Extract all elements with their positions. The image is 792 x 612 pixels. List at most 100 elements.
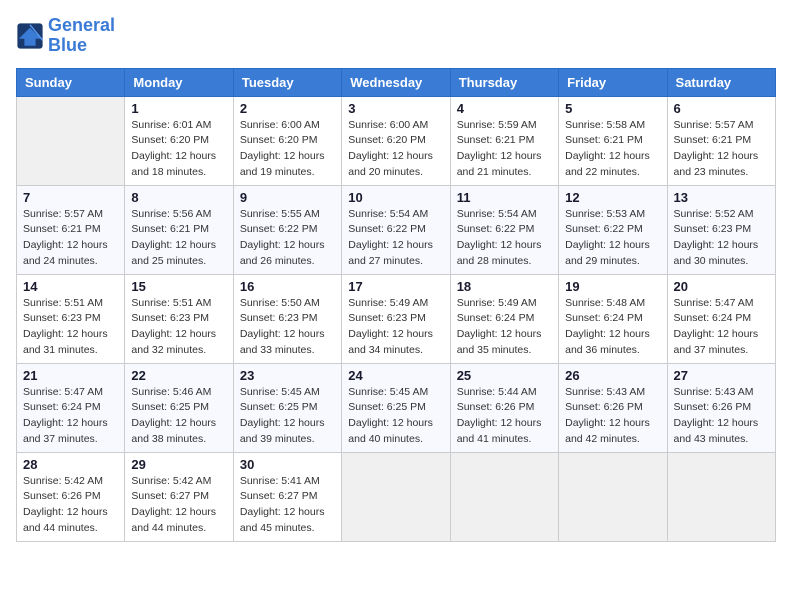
day-number: 13 bbox=[674, 190, 769, 205]
day-info: Sunrise: 5:58 AM Sunset: 6:21 PM Dayligh… bbox=[565, 118, 660, 181]
day-info: Sunrise: 5:45 AM Sunset: 6:25 PM Dayligh… bbox=[240, 385, 335, 448]
weekday-header-saturday: Saturday bbox=[667, 68, 775, 96]
calendar-cell bbox=[667, 452, 775, 541]
calendar-cell: 7Sunrise: 5:57 AM Sunset: 6:21 PM Daylig… bbox=[17, 185, 125, 274]
day-number: 17 bbox=[348, 279, 443, 294]
day-number: 14 bbox=[23, 279, 118, 294]
day-number: 2 bbox=[240, 101, 335, 116]
weekday-header-wednesday: Wednesday bbox=[342, 68, 450, 96]
day-number: 28 bbox=[23, 457, 118, 472]
day-number: 9 bbox=[240, 190, 335, 205]
day-number: 27 bbox=[674, 368, 769, 383]
day-info: Sunrise: 5:49 AM Sunset: 6:23 PM Dayligh… bbox=[348, 296, 443, 359]
day-info: Sunrise: 5:50 AM Sunset: 6:23 PM Dayligh… bbox=[240, 296, 335, 359]
calendar-cell: 2 Sunrise: 6:00 AM Sunset: 6:20 PM Daylig… bbox=[233, 96, 341, 185]
calendar-cell: 8 Sunrise: 5:56 AM Sunset: 6:21 PM Daylig… bbox=[125, 185, 233, 274]
weekday-header-tuesday: Tuesday bbox=[233, 68, 341, 96]
weekday-header-friday: Friday bbox=[559, 68, 667, 96]
calendar-cell: 16Sunrise: 5:50 AM Sunset: 6:23 PM Dayli… bbox=[233, 274, 341, 363]
day-number: 20 bbox=[674, 279, 769, 294]
calendar-cell: 20 Sunrise: 5:47 AM Sunset: 6:24 PM Dayli… bbox=[667, 274, 775, 363]
day-info: Sunrise: 5:42 AM Sunset: 6:26 PM Dayligh… bbox=[23, 474, 118, 537]
day-info: Sunrise: 6:00 AM Sunset: 6:20 PM Dayligh… bbox=[240, 118, 335, 181]
day-info: Sunrise: 5:41 AM Sunset: 6:27 PM Dayligh… bbox=[240, 474, 335, 537]
day-number: 4 bbox=[457, 101, 552, 116]
day-info: Sunrise: 5:47 AM Sunset: 6:24 PM Dayligh… bbox=[674, 296, 769, 359]
day-number: 18 bbox=[457, 279, 552, 294]
calendar-cell bbox=[559, 452, 667, 541]
day-number: 24 bbox=[348, 368, 443, 383]
day-info: Sunrise: 5:54 AM Sunset: 6:22 PM Dayligh… bbox=[348, 207, 443, 270]
day-info: Sunrise: 6:00 AM Sunset: 6:20 PM Dayligh… bbox=[348, 118, 443, 181]
day-number: 23 bbox=[240, 368, 335, 383]
week-row-4: 21 Sunrise: 5:47 AM Sunset: 6:24 PM Dayli… bbox=[17, 363, 776, 452]
day-info: Sunrise: 5:47 AM Sunset: 6:24 PM Dayligh… bbox=[23, 385, 118, 448]
calendar-cell: 23 Sunrise: 5:45 AM Sunset: 6:25 PM Dayli… bbox=[233, 363, 341, 452]
day-number: 21 bbox=[23, 368, 118, 383]
calendar-cell: 9 Sunrise: 5:55 AM Sunset: 6:22 PM Daylig… bbox=[233, 185, 341, 274]
day-info: Sunrise: 5:51 AM Sunset: 6:23 PM Dayligh… bbox=[23, 296, 118, 359]
logo-icon bbox=[16, 22, 44, 50]
day-number: 15 bbox=[131, 279, 226, 294]
day-info: Sunrise: 5:54 AM Sunset: 6:22 PM Dayligh… bbox=[457, 207, 552, 270]
day-number: 10 bbox=[348, 190, 443, 205]
calendar-table: SundayMondayTuesdayWednesdayThursdayFrid… bbox=[16, 68, 776, 542]
day-info: Sunrise: 5:52 AM Sunset: 6:23 PM Dayligh… bbox=[674, 207, 769, 270]
calendar-cell: 13 Sunrise: 5:52 AM Sunset: 6:23 PM Dayli… bbox=[667, 185, 775, 274]
calendar-cell: 10 Sunrise: 5:54 AM Sunset: 6:22 PM Dayli… bbox=[342, 185, 450, 274]
day-info: Sunrise: 5:49 AM Sunset: 6:24 PM Dayligh… bbox=[457, 296, 552, 359]
calendar-cell: 6Sunrise: 5:57 AM Sunset: 6:21 PM Daylig… bbox=[667, 96, 775, 185]
week-row-2: 7Sunrise: 5:57 AM Sunset: 6:21 PM Daylig… bbox=[17, 185, 776, 274]
day-info: Sunrise: 5:48 AM Sunset: 6:24 PM Dayligh… bbox=[565, 296, 660, 359]
calendar-cell bbox=[450, 452, 558, 541]
calendar-cell: 3 Sunrise: 6:00 AM Sunset: 6:20 PM Daylig… bbox=[342, 96, 450, 185]
weekday-header-thursday: Thursday bbox=[450, 68, 558, 96]
week-row-1: 1 Sunrise: 6:01 AM Sunset: 6:20 PM Daylig… bbox=[17, 96, 776, 185]
calendar-cell: 26 Sunrise: 5:43 AM Sunset: 6:26 PM Dayli… bbox=[559, 363, 667, 452]
calendar-cell: 18 Sunrise: 5:49 AM Sunset: 6:24 PM Dayli… bbox=[450, 274, 558, 363]
week-row-5: 28 Sunrise: 5:42 AM Sunset: 6:26 PM Dayli… bbox=[17, 452, 776, 541]
day-number: 5 bbox=[565, 101, 660, 116]
calendar-cell: 27 Sunrise: 5:43 AM Sunset: 6:26 PM Dayli… bbox=[667, 363, 775, 452]
calendar-cell: 1 Sunrise: 6:01 AM Sunset: 6:20 PM Daylig… bbox=[125, 96, 233, 185]
day-info: Sunrise: 5:42 AM Sunset: 6:27 PM Dayligh… bbox=[131, 474, 226, 537]
day-info: Sunrise: 6:01 AM Sunset: 6:20 PM Dayligh… bbox=[131, 118, 226, 181]
day-number: 1 bbox=[131, 101, 226, 116]
calendar-cell: 29Sunrise: 5:42 AM Sunset: 6:27 PM Dayli… bbox=[125, 452, 233, 541]
calendar-cell: 12Sunrise: 5:53 AM Sunset: 6:22 PM Dayli… bbox=[559, 185, 667, 274]
day-info: Sunrise: 5:43 AM Sunset: 6:26 PM Dayligh… bbox=[565, 385, 660, 448]
calendar-cell: 4Sunrise: 5:59 AM Sunset: 6:21 PM Daylig… bbox=[450, 96, 558, 185]
calendar-header: SundayMondayTuesdayWednesdayThursdayFrid… bbox=[17, 68, 776, 96]
day-number: 11 bbox=[457, 190, 552, 205]
day-info: Sunrise: 5:57 AM Sunset: 6:21 PM Dayligh… bbox=[674, 118, 769, 181]
weekday-header-monday: Monday bbox=[125, 68, 233, 96]
day-info: Sunrise: 5:45 AM Sunset: 6:25 PM Dayligh… bbox=[348, 385, 443, 448]
calendar-cell: 24 Sunrise: 5:45 AM Sunset: 6:25 PM Dayli… bbox=[342, 363, 450, 452]
day-number: 22 bbox=[131, 368, 226, 383]
calendar-cell: 15 Sunrise: 5:51 AM Sunset: 6:23 PM Dayli… bbox=[125, 274, 233, 363]
week-row-3: 14 Sunrise: 5:51 AM Sunset: 6:23 PM Dayli… bbox=[17, 274, 776, 363]
logo-text: General Blue bbox=[48, 16, 115, 56]
day-info: Sunrise: 5:44 AM Sunset: 6:26 PM Dayligh… bbox=[457, 385, 552, 448]
calendar-cell: 11 Sunrise: 5:54 AM Sunset: 6:22 PM Dayli… bbox=[450, 185, 558, 274]
day-number: 26 bbox=[565, 368, 660, 383]
day-info: Sunrise: 5:43 AM Sunset: 6:26 PM Dayligh… bbox=[674, 385, 769, 448]
day-info: Sunrise: 5:56 AM Sunset: 6:21 PM Dayligh… bbox=[131, 207, 226, 270]
weekday-header-sunday: Sunday bbox=[17, 68, 125, 96]
calendar-cell: 28 Sunrise: 5:42 AM Sunset: 6:26 PM Dayli… bbox=[17, 452, 125, 541]
calendar-cell: 21 Sunrise: 5:47 AM Sunset: 6:24 PM Dayli… bbox=[17, 363, 125, 452]
day-info: Sunrise: 5:46 AM Sunset: 6:25 PM Dayligh… bbox=[131, 385, 226, 448]
day-info: Sunrise: 5:51 AM Sunset: 6:23 PM Dayligh… bbox=[131, 296, 226, 359]
logo: General Blue bbox=[16, 16, 115, 56]
calendar-cell: 19Sunrise: 5:48 AM Sunset: 6:24 PM Dayli… bbox=[559, 274, 667, 363]
calendar-cell: 5 Sunrise: 5:58 AM Sunset: 6:21 PM Daylig… bbox=[559, 96, 667, 185]
calendar-cell: 17 Sunrise: 5:49 AM Sunset: 6:23 PM Dayli… bbox=[342, 274, 450, 363]
day-number: 3 bbox=[348, 101, 443, 116]
calendar-cell: 14 Sunrise: 5:51 AM Sunset: 6:23 PM Dayli… bbox=[17, 274, 125, 363]
calendar-cell bbox=[342, 452, 450, 541]
day-number: 30 bbox=[240, 457, 335, 472]
day-number: 8 bbox=[131, 190, 226, 205]
day-info: Sunrise: 5:55 AM Sunset: 6:22 PM Dayligh… bbox=[240, 207, 335, 270]
calendar-cell: 25Sunrise: 5:44 AM Sunset: 6:26 PM Dayli… bbox=[450, 363, 558, 452]
day-info: Sunrise: 5:53 AM Sunset: 6:22 PM Dayligh… bbox=[565, 207, 660, 270]
